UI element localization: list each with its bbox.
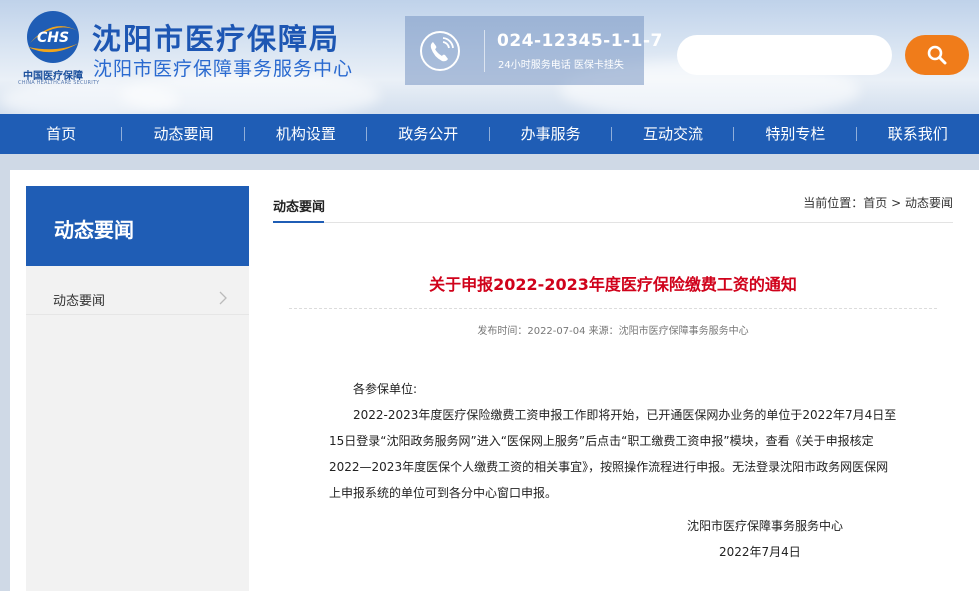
hotline-description: 24小时服务电话 医保卡挂失 xyxy=(498,60,624,71)
tab-divider xyxy=(273,222,953,223)
main-content: 动态要闻 当前位置：首页 > 动态要闻 关于申报2022-2023年度医疗保险缴… xyxy=(273,186,953,591)
nav-item-organization[interactable]: 机构设置 xyxy=(245,114,368,154)
chs-logo-icon[interactable]: CHS xyxy=(22,9,84,65)
article-title: 关于申报2022-2023年度医疗保险缴费工资的通知 xyxy=(429,275,797,294)
article-signature-org: 沈阳市医疗保障事务服务中心 xyxy=(687,519,844,533)
nav-item-home[interactable]: 首页 xyxy=(0,114,123,154)
article-greeting: 各参保单位: xyxy=(353,382,418,396)
article-paragraph: 2022-2023年度医疗保险缴费工资申报工作即将开始，已开通医保网办业务的单位… xyxy=(329,408,897,500)
breadcrumb-separator: > xyxy=(887,196,905,210)
tab-active-underline xyxy=(273,221,324,223)
sidebar-item-label: 动态要闻 xyxy=(53,294,106,309)
sidebar-title: 动态要闻 xyxy=(54,218,134,242)
nav-item-contact[interactable]: 联系我们 xyxy=(857,114,979,154)
sidebar-header: 动态要闻 xyxy=(26,186,249,266)
site-header: CHS 中国医疗保障 CHINA HEALTHCARE SECURITY 沈阳市… xyxy=(0,0,979,114)
search-button[interactable] xyxy=(905,35,969,75)
phone-icon xyxy=(419,30,461,72)
article-meta: 发布时间：2022-07-04 来源：沈阳市医疗保障事务服务中心 xyxy=(477,326,749,337)
breadcrumb-home[interactable]: 首页 xyxy=(863,196,887,210)
nav-item-government-affairs[interactable]: 政务公开 xyxy=(367,114,490,154)
nav-item-interaction[interactable]: 互动交流 xyxy=(612,114,735,154)
chevron-right-icon xyxy=(219,291,227,305)
main-nav: 首页 动态要闻 机构设置 政务公开 办事服务 互动交流 特别专栏 联系我们 xyxy=(0,114,979,154)
article-signature-date: 2022年7月4日 xyxy=(719,545,801,559)
sidebar-item-news[interactable]: 动态要闻 xyxy=(26,282,249,315)
site-title[interactable]: 沈阳市医疗保障局 xyxy=(92,16,340,58)
site-subtitle: 沈阳市医疗保障事务服务中心 xyxy=(93,58,354,80)
sidebar: 动态要闻 动态要闻 xyxy=(26,186,249,591)
hotline-number: 024-12345-1-1-7 xyxy=(497,31,663,51)
logo-subtitle-en: CHINA HEALTHCARE SECURITY xyxy=(18,80,100,86)
nav-item-special-column[interactable]: 特别专栏 xyxy=(734,114,858,154)
hotline-box: 024-12345-1-1-7 24小时服务电话 医保卡挂失 xyxy=(405,16,662,85)
search-input[interactable] xyxy=(677,35,892,75)
article-body: 各参保单位: 2022-2023年度医疗保险缴费工资申报工作即将开始，已开通医保… xyxy=(329,376,899,506)
breadcrumb: 当前位置：首页 > 动态要闻 xyxy=(803,194,953,211)
title-divider xyxy=(289,308,937,309)
breadcrumb-current[interactable]: 动态要闻 xyxy=(905,196,953,210)
tab-news[interactable]: 动态要闻 xyxy=(273,196,325,215)
nav-item-news[interactable]: 动态要闻 xyxy=(122,114,246,154)
content-panel: 动态要闻 动态要闻 动态要闻 当前位置：首页 > 动态要闻 关于申报2022-2… xyxy=(10,170,979,591)
search-icon xyxy=(927,45,947,65)
logo-mark: CHS xyxy=(37,30,69,46)
breadcrumb-prefix: 当前位置： xyxy=(803,196,864,210)
hotline-divider xyxy=(484,30,485,72)
nav-item-services[interactable]: 办事服务 xyxy=(490,114,613,154)
